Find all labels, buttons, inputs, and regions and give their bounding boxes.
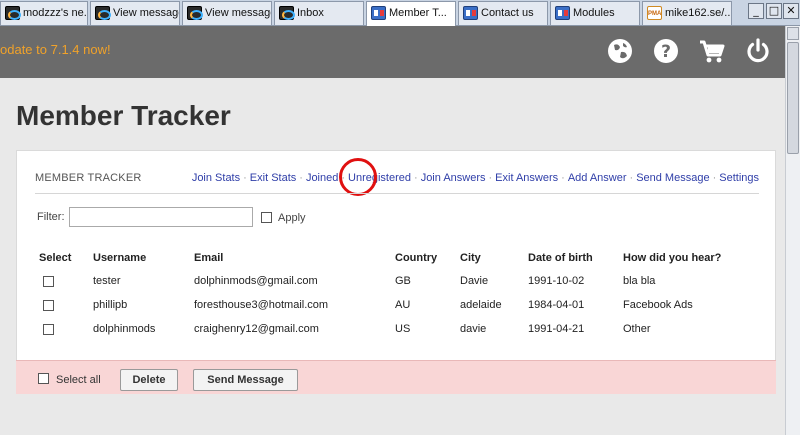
cell-dob: 1991-04-21 — [528, 323, 585, 335]
power-icon[interactable] — [743, 36, 773, 66]
cell-dob: 1991-10-02 — [528, 275, 585, 287]
column-header-dob: Date of birth — [528, 252, 593, 264]
apply-checkbox[interactable] — [261, 212, 272, 223]
nav-send-message[interactable]: Send Message — [636, 172, 709, 184]
member-tracker-panel: MEMBER TRACKER Join Stats · Exit Stats · Joi… — [16, 150, 776, 394]
tab-label: mike162.se/... — [665, 7, 732, 19]
nav-separator: · — [299, 172, 303, 184]
browser-tab[interactable]: View message — [182, 1, 272, 25]
send-message-button[interactable]: Send Message — [193, 369, 298, 391]
bulk-action-bar: Select all Delete Send Message — [16, 360, 776, 394]
browser-tab[interactable]: Contact us — [458, 1, 548, 25]
browser-tab-strip: modzzz's ne... View message View message… — [0, 0, 800, 26]
browser-tab[interactable]: Modules — [550, 1, 640, 25]
tracker-nav: Join Stats · Exit Stats · Joined · Unregistere… — [192, 172, 759, 184]
cell-city: davie — [460, 323, 487, 335]
scrollbar-thumb[interactable] — [787, 42, 799, 154]
select-all-label: Select all — [56, 374, 101, 386]
panel-heading: MEMBER TRACKER — [35, 172, 142, 184]
cell-email: craighenry12@gmail.com — [194, 323, 319, 335]
phpmyadmin-icon — [647, 6, 662, 20]
cart-icon[interactable] — [697, 36, 727, 66]
cell-city: Davie — [460, 275, 489, 287]
cell-username: tester — [93, 275, 121, 287]
cell-heard: Facebook Ads — [623, 299, 693, 311]
cell-country: US — [395, 323, 411, 335]
nav-exit-answers[interactable]: Exit Answers — [495, 172, 558, 184]
tab-label: Inbox — [297, 7, 324, 19]
nav-add-answer[interactable]: Add Answer — [568, 172, 627, 184]
app-header: odate to 7.1.4 now! ? — [0, 26, 785, 78]
tab-label: View message — [113, 7, 180, 19]
nav-exit-stats[interactable]: Exit Stats — [250, 172, 296, 184]
close-button[interactable]: ✕ — [783, 3, 799, 19]
vertical-scrollbar[interactable] — [785, 26, 800, 435]
browser-tab[interactable]: modzzz's ne... — [0, 1, 88, 25]
cell-username: phillipb — [93, 299, 128, 311]
column-header-heard: How did you hear? — [623, 252, 722, 264]
nav-separator: · — [414, 172, 418, 184]
column-header-username: Username — [93, 252, 147, 264]
column-header-city: City — [460, 252, 481, 264]
cell-email: foresthouse3@hotmail.com — [194, 299, 329, 311]
cell-email: dolphinmods@gmail.com — [194, 275, 318, 287]
tab-label: modzzz's ne... — [23, 7, 88, 19]
dolphin-icon — [95, 6, 111, 20]
delete-button[interactable]: Delete — [120, 369, 178, 391]
nav-separator: · — [243, 172, 247, 184]
browser-tab[interactable]: View message — [90, 1, 180, 25]
filter-label: Filter: — [37, 211, 65, 223]
cell-username: dolphinmods — [93, 323, 156, 335]
scroll-up-arrow-icon[interactable] — [787, 27, 799, 40]
svg-text:?: ? — [661, 42, 671, 62]
cell-dob: 1984-04-01 — [528, 299, 585, 311]
filter-input[interactable] — [69, 207, 253, 227]
tab-label: Member T... — [389, 7, 447, 19]
nav-join-stats[interactable]: Join Stats — [192, 172, 240, 184]
highlight-circle-annotation — [339, 158, 377, 196]
dolphin-icon — [279, 6, 295, 20]
tab-label: View message — [205, 7, 272, 19]
column-header-email: Email — [194, 252, 224, 264]
nav-joined[interactable]: Joined — [306, 172, 338, 184]
maximize-button[interactable]: □ — [766, 3, 782, 19]
nav-join-answers[interactable]: Join Answers — [421, 172, 486, 184]
column-header-country: Country — [395, 252, 438, 264]
select-all-checkbox[interactable] — [38, 373, 49, 384]
cell-country: AU — [395, 299, 411, 311]
browser-tab[interactable]: mike162.se/... — [642, 1, 732, 25]
row-select-checkbox[interactable] — [43, 300, 54, 311]
modules-icon — [555, 6, 570, 20]
cell-heard: bla bla — [623, 275, 656, 287]
nav-separator: · — [488, 172, 493, 184]
tab-label: Modules — [573, 7, 615, 19]
divider — [35, 193, 759, 194]
nav-separator: · — [712, 172, 717, 184]
apply-label: Apply — [278, 212, 306, 224]
help-icon[interactable]: ? — [651, 36, 681, 66]
update-notice-link[interactable]: odate to 7.1.4 now! — [0, 42, 111, 57]
nav-settings[interactable]: Settings — [719, 172, 759, 184]
cell-country: GB — [395, 275, 411, 287]
browser-tab-active[interactable]: Member T... — [366, 1, 456, 26]
dolphin-icon — [5, 6, 21, 20]
dolphin-icon — [187, 6, 203, 20]
nav-separator: · — [561, 172, 565, 184]
column-header-select: Select — [39, 252, 72, 264]
row-select-checkbox[interactable] — [43, 324, 54, 335]
minimize-button[interactable]: _ — [748, 3, 764, 19]
page-title: Member Tracker — [16, 100, 231, 131]
modules-icon — [371, 6, 386, 20]
row-select-checkbox[interactable] — [43, 276, 54, 287]
tab-label: Contact us — [481, 7, 534, 19]
cell-heard: Other — [623, 323, 651, 335]
globe-icon[interactable] — [605, 36, 635, 66]
cell-city: adelaide — [460, 299, 502, 311]
nav-separator: · — [629, 172, 634, 184]
browser-tab[interactable]: Inbox — [274, 1, 364, 25]
modules-icon — [463, 6, 478, 20]
